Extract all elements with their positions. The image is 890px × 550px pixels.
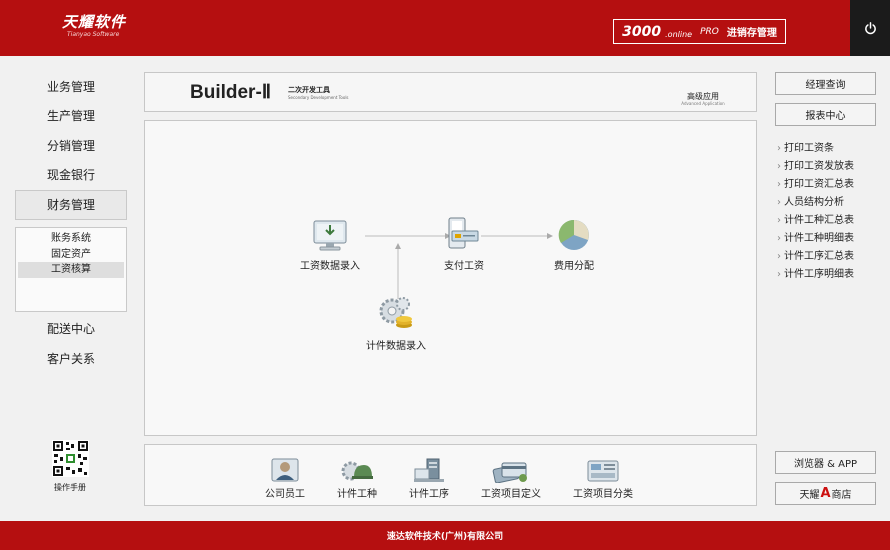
product-edition: PRO	[700, 26, 719, 37]
chevron-right-icon: ›	[777, 143, 781, 154]
logo-subtext: Tianyao Software	[67, 31, 120, 38]
store-logo-a: A	[820, 486, 831, 501]
report-center-button[interactable]: 报表中心	[775, 103, 876, 126]
submenu-accounting[interactable]: 账务系统	[18, 231, 124, 247]
report-link-label: 人员结构分析	[784, 197, 844, 208]
nav-cash-bank[interactable]: 现金银行	[15, 161, 127, 189]
node-wage-entry[interactable]: 工资数据录入	[300, 219, 360, 272]
dock-wage-items-label: 工资项目定义	[481, 489, 541, 500]
product-name: 进销存管理	[726, 28, 777, 39]
flow-connectors	[365, 233, 553, 299]
report-link[interactable]: › 人员结构分析	[777, 196, 844, 209]
node-piecework-entry-label: 计件数据录入	[366, 341, 426, 352]
chevron-right-icon: ›	[777, 233, 781, 244]
gears-coins-icon	[379, 297, 412, 328]
dock-processes[interactable]: 计件工序	[409, 457, 449, 500]
report-link[interactable]: › 计件工种汇总表	[777, 214, 854, 227]
nav-delivery[interactable]: 配送中心	[15, 315, 127, 343]
builder-subtitle: 二次开发工具	[288, 86, 330, 94]
employee-icon	[271, 458, 299, 482]
node-piecework-entry[interactable]: 计件数据录入	[366, 295, 426, 352]
nav-production[interactable]: 生产管理	[15, 102, 127, 130]
builder-subtitle-en: Secondary Development Tools	[288, 95, 349, 100]
product-number: 3000	[622, 23, 662, 40]
chevron-right-icon: ›	[777, 251, 781, 262]
logo-text: 天耀软件	[62, 13, 127, 31]
chevron-right-icon: ›	[777, 269, 781, 280]
footer-company: 速达软件技术(广州)有限公司	[386, 532, 504, 542]
server-icon	[414, 458, 444, 482]
manager-query-button[interactable]: 经理查询	[775, 72, 876, 95]
product-badge: 3000 .online PRO 进销存管理	[613, 19, 786, 44]
nav-finance[interactable]: 财务管理	[15, 190, 127, 220]
report-link-label: 打印工资汇总表	[784, 179, 854, 190]
logo: 天耀软件 Tianyao Software	[62, 14, 126, 38]
node-wage-entry-label: 工资数据录入	[300, 261, 360, 272]
store-label-suffix: 商店	[831, 490, 852, 501]
report-link[interactable]: › 计件工序明细表	[777, 268, 854, 281]
qr-label: 操作手册	[54, 483, 86, 492]
power-button[interactable]	[850, 0, 890, 56]
store-label-prefix: 天耀	[799, 490, 820, 501]
node-pay-wages[interactable]: 支付工资	[443, 217, 485, 272]
report-link[interactable]: › 打印工资条	[777, 142, 834, 155]
dock-wage-categories-label: 工资项目分类	[573, 489, 633, 500]
chevron-right-icon: ›	[777, 197, 781, 208]
advanced-label-en: Advanced Application	[681, 101, 725, 106]
chevron-right-icon: ›	[777, 179, 781, 190]
node-cost-allocation[interactable]: 费用分配	[554, 217, 594, 272]
dock-processes-label: 计件工序	[409, 489, 449, 500]
chevron-right-icon: ›	[777, 161, 781, 172]
report-link[interactable]: › 打印工资汇总表	[777, 178, 854, 191]
qr-code-icon[interactable]	[52, 440, 89, 477]
header-bar: 天耀软件 Tianyao Software 3000 .online PRO 进…	[0, 0, 890, 56]
builder-banner[interactable]: Builder-Ⅱ 二次开发工具 Secondary Development T…	[144, 72, 757, 112]
product-suffix: .online	[665, 29, 693, 39]
node-cost-allocation-label: 费用分配	[554, 261, 594, 272]
report-link-label: 计件工种明细表	[784, 233, 854, 244]
report-link[interactable]: › 打印工资发放表	[777, 160, 854, 173]
hardhat-gear-icon	[341, 461, 373, 481]
footer-bar: 速达软件技术(广州)有限公司	[0, 521, 890, 550]
pie-chart-icon	[558, 219, 589, 250]
report-link-label: 打印工资发放表	[784, 161, 854, 172]
dock-wage-items[interactable]: 工资项目定义	[481, 457, 541, 500]
chevron-right-icon: ›	[777, 215, 781, 226]
report-link[interactable]: › 计件工种明细表	[777, 232, 854, 245]
phone-payment-icon	[448, 217, 479, 249]
dock-piece-types-label: 计件工种	[337, 489, 377, 500]
app-store-button[interactable]: 天耀 A 商店	[775, 482, 876, 505]
report-link-label: 计件工序汇总表	[784, 251, 854, 262]
cards-icon	[492, 462, 527, 483]
finance-submenu: 账务系统 固定资产 工资核算	[15, 227, 127, 312]
computer-icon	[313, 220, 347, 251]
nav-distribution[interactable]: 分销管理	[15, 132, 127, 160]
node-pay-wages-label: 支付工资	[444, 261, 484, 272]
report-link-label: 打印工资条	[784, 143, 834, 154]
dock-piece-types[interactable]: 计件工种	[337, 457, 377, 500]
power-icon	[864, 21, 876, 34]
dock-employees[interactable]: 公司员工	[265, 457, 305, 500]
builder-title: Builder-Ⅱ	[190, 82, 272, 103]
report-link-label: 计件工序明细表	[784, 269, 854, 280]
dock-wage-categories[interactable]: 工资项目分类	[573, 457, 633, 500]
nav-crm[interactable]: 客户关系	[15, 345, 127, 373]
payroll-flowchart: 工资数据录入 支付工资 费用分配 计件数据录入	[144, 120, 757, 436]
browser-app-button[interactable]: 浏览器 & APP	[775, 451, 876, 474]
nav-business[interactable]: 业务管理	[15, 73, 127, 101]
dock-employees-label: 公司员工	[265, 489, 305, 500]
quick-dock: 公司员工 计件工种 计件工序 工资项目定义 工资项目分类	[144, 444, 757, 506]
report-link-label: 计件工种汇总表	[784, 215, 854, 226]
submenu-payroll[interactable]: 工资核算	[18, 262, 124, 278]
category-icon	[587, 460, 619, 482]
report-link[interactable]: › 计件工序汇总表	[777, 250, 854, 263]
submenu-fixed-assets[interactable]: 固定资产	[18, 247, 124, 263]
